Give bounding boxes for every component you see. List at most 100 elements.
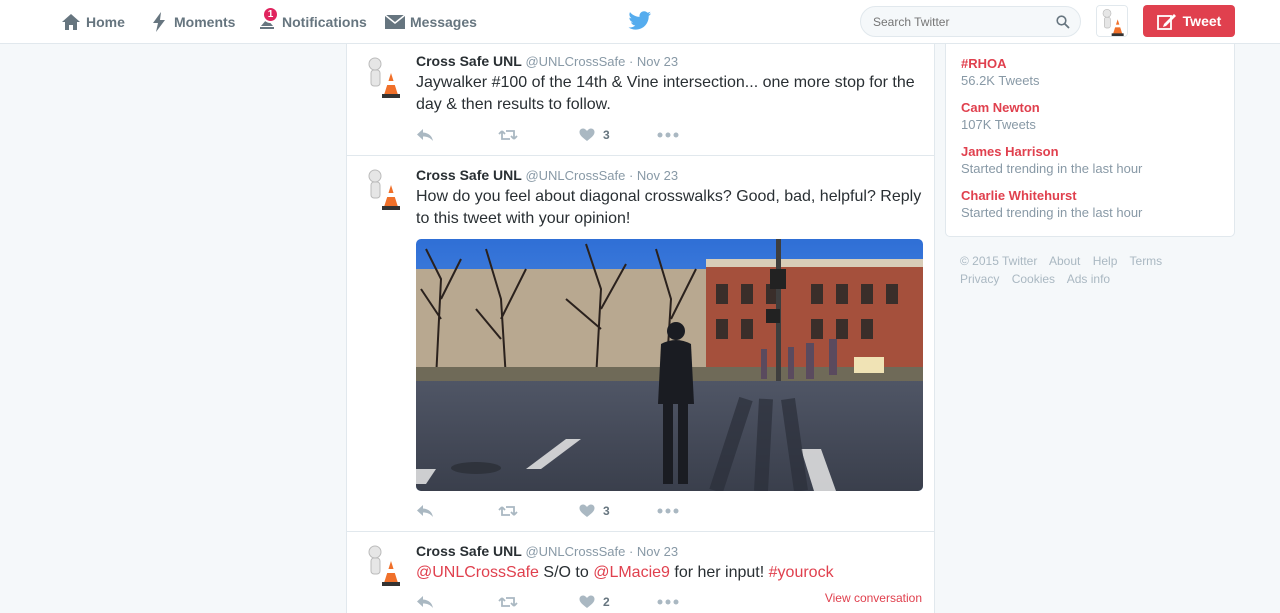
nav-notifications-label: Notifications <box>282 14 367 30</box>
tweet-timestamp[interactable]: · Nov 23 <box>629 168 678 183</box>
tweet-author-handle[interactable]: @UNLCrossSafe <box>525 54 625 69</box>
retweet-button[interactable] <box>498 592 518 612</box>
trend-name[interactable]: Cam Newton <box>961 100 1221 116</box>
tweet-timestamp[interactable]: · Nov 23 <box>629 54 678 69</box>
crosssafe-mascot-icon <box>360 53 408 101</box>
trend-name[interactable]: #RHOA <box>961 56 1221 72</box>
like-button[interactable]: 3 <box>579 501 610 521</box>
trend-meta: Started trending in the last hour <box>961 205 1143 220</box>
reply-button[interactable] <box>416 501 434 521</box>
tweet[interactable]: Cross Safe UNL @UNLCrossSafe · Nov 23 Ho… <box>347 156 934 532</box>
tweet-author-name[interactable]: Cross Safe UNL <box>416 53 522 69</box>
compose-quill-icon <box>1156 14 1176 30</box>
tweet-timestamp[interactable]: · Nov 23 <box>629 544 678 559</box>
crosswalk-photo <box>416 239 923 491</box>
nav-home-label: Home <box>86 14 125 30</box>
tweet-text: How do you feel about diagonal crosswalk… <box>416 188 922 227</box>
footer-link-about[interactable]: About <box>1049 254 1080 268</box>
trend-item[interactable]: Charlie Whitehurst Started trending in t… <box>961 188 1221 222</box>
tweet-actions: 3 <box>416 125 716 145</box>
crosssafe-mascot-icon <box>1097 6 1127 36</box>
home-icon <box>60 11 82 33</box>
tweet-author-handle[interactable]: @UNLCrossSafe <box>525 544 625 559</box>
nav-notifications[interactable]: 1 Notifications <box>256 0 367 44</box>
tweet-avatar[interactable] <box>360 165 408 213</box>
ellipsis-icon <box>657 508 679 514</box>
timeline: Cross Safe UNL @UNLCrossSafe · Nov 23 Ja… <box>346 44 935 613</box>
trend-item[interactable]: James Harrison Started trending in the l… <box>961 144 1221 178</box>
trend-name[interactable]: James Harrison <box>961 144 1221 160</box>
twitter-bird-logo-icon[interactable] <box>628 11 652 33</box>
tweet-photo[interactable] <box>416 239 923 491</box>
heart-icon <box>579 595 595 608</box>
trends-module: #RHOA 56.2K Tweets Cam Newton 107K Tweet… <box>945 44 1235 237</box>
like-button[interactable]: 2 <box>579 592 610 612</box>
compose-tweet-button[interactable]: Tweet <box>1143 5 1235 37</box>
tweet[interactable]: Cross Safe UNL @UNLCrossSafe · Nov 23 Ja… <box>347 44 934 156</box>
tweet-actions: 3 <box>416 501 716 521</box>
mention-link[interactable]: @LMacie9 <box>593 564 670 581</box>
tweet-header: Cross Safe UNL @UNLCrossSafe · Nov 23 <box>416 53 678 69</box>
retweet-button[interactable] <box>498 125 518 145</box>
footer-link-terms[interactable]: Terms <box>1130 254 1163 268</box>
nav-moments[interactable]: Moments <box>148 0 235 44</box>
like-count: 3 <box>603 504 610 518</box>
tweet-avatar[interactable] <box>360 541 408 589</box>
footer-link-privacy[interactable]: Privacy <box>960 272 999 286</box>
heart-icon <box>579 128 595 141</box>
reply-icon <box>417 129 433 141</box>
like-button[interactable]: 3 <box>579 125 610 145</box>
tweet-author-name[interactable]: Cross Safe UNL <box>416 167 522 183</box>
tweet[interactable]: Cross Safe UNL @UNLCrossSafe · Nov 23 @U… <box>347 532 934 613</box>
footer-line: Privacy Cookies Ads info <box>960 270 1230 288</box>
like-count: 3 <box>603 128 610 142</box>
footer-copyright: © 2015 Twitter <box>960 254 1038 268</box>
lightning-icon <box>148 11 170 33</box>
footer-link-ads-info[interactable]: Ads info <box>1067 272 1110 286</box>
like-count: 2 <box>603 595 610 609</box>
tweet-header: Cross Safe UNL @UNLCrossSafe · Nov 23 <box>416 167 678 183</box>
tweet-text-segment: S/O to <box>538 564 594 581</box>
mention-link[interactable]: @UNLCrossSafe <box>416 564 539 581</box>
more-button[interactable] <box>657 501 679 521</box>
tweet-text: @UNLCrossSafe S/O to @LMacie9 for her in… <box>416 562 926 584</box>
tweet-text-segment: for her input! <box>669 564 769 581</box>
retweet-icon <box>498 506 518 516</box>
nav-home[interactable]: Home <box>60 0 125 44</box>
magnifier-icon[interactable] <box>1056 15 1070 29</box>
trend-meta: Started trending in the last hour <box>961 161 1143 176</box>
hashtag-link[interactable]: #yourock <box>769 564 834 581</box>
footer-link-help[interactable]: Help <box>1093 254 1118 268</box>
trend-name[interactable]: Charlie Whitehurst <box>961 188 1221 204</box>
reply-button[interactable] <box>416 592 434 612</box>
footer-line: © 2015 Twitter About Help Terms <box>960 252 1230 270</box>
search-box[interactable] <box>860 6 1081 37</box>
nav-messages[interactable]: Messages <box>384 0 477 44</box>
nav-messages-label: Messages <box>410 14 477 30</box>
heart-icon <box>579 504 595 517</box>
footer-link-cookies[interactable]: Cookies <box>1012 272 1055 286</box>
trend-item[interactable]: Cam Newton 107K Tweets <box>961 100 1221 134</box>
tweet-author-name[interactable]: Cross Safe UNL <box>416 543 522 559</box>
compose-tweet-label: Tweet <box>1182 13 1222 29</box>
trend-meta: 107K Tweets <box>961 117 1036 132</box>
search-input[interactable] <box>873 13 1053 31</box>
tweet-avatar[interactable] <box>360 53 408 101</box>
ellipsis-icon <box>657 599 679 605</box>
retweet-icon <box>498 597 518 607</box>
retweet-icon <box>498 130 518 140</box>
more-button[interactable] <box>657 125 679 145</box>
tweet-author-handle[interactable]: @UNLCrossSafe <box>525 168 625 183</box>
crosssafe-mascot-icon <box>360 165 408 213</box>
reply-button[interactable] <box>416 125 434 145</box>
envelope-icon <box>384 11 406 33</box>
view-conversation-link[interactable]: View conversation <box>825 591 922 605</box>
profile-avatar-button[interactable] <box>1096 5 1128 37</box>
tweet-text: Jaywalker #100 of the 14th & Vine inters… <box>416 74 915 113</box>
tweet-actions: 2 <box>416 592 716 612</box>
retweet-button[interactable] <box>498 501 518 521</box>
trend-meta: 56.2K Tweets <box>961 73 1040 88</box>
reply-icon <box>417 505 433 517</box>
trend-item[interactable]: #RHOA 56.2K Tweets <box>961 56 1221 90</box>
more-button[interactable] <box>657 592 679 612</box>
